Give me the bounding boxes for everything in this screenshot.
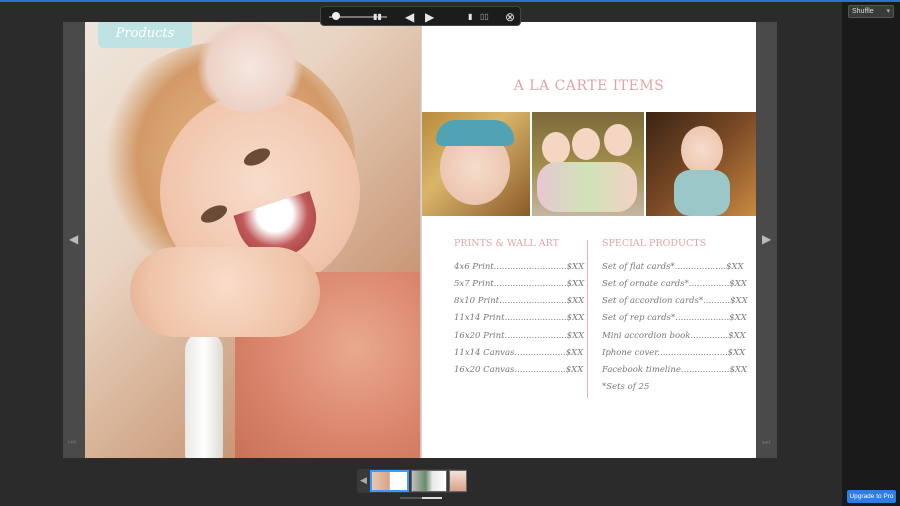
page-view-icon[interactable]: ▮ [468,7,472,27]
first-page-icon[interactable]: ⏮ [68,437,76,448]
list-item: 11x14 Print.......................$XX [454,313,585,323]
page-title: A LA CARTE ITEMS [513,78,665,94]
photo-chair [185,332,223,458]
left-page-photo [85,22,421,458]
viewer-toolbar: ▮▮ ◀ ▶ ▮ ▯▯ ⊗ [320,6,521,26]
thumbnail-page-3[interactable] [449,470,467,492]
top-accent-line [0,0,900,2]
list-item: Set of rep cards*....................$XX [602,313,747,323]
prev-page-arrow-icon[interactable]: ◀ [69,232,78,246]
shuffle-label: Shuffle [852,8,874,15]
list-item: Set of ornate cards*...............$XX [602,279,747,289]
list-item: 16x20 Canvas...................$XX [454,365,584,375]
chevron-down-icon: ▾ [886,8,890,15]
list-item: 5x7 Print...........................$XX [454,279,585,289]
single-page-icon[interactable]: ▮▮ [373,7,382,27]
spread-view-icon[interactable]: ▯▯ [480,7,489,27]
list-item: 8x10 Print.........................$XX [454,296,585,306]
next-page-arrow-icon[interactable]: ▶ [762,232,771,246]
thumbnail-page-2[interactable] [411,470,447,492]
list-item: Set of flat cards*...................$XX [602,262,744,272]
thumb-prev-icon[interactable]: ◀ [360,475,367,486]
right-page: A LA CARTE ITEMS PRINTS & WALL ART SPECI… [422,22,756,458]
prints-heading: PRINTS & WALL ART [454,238,559,249]
photo-hands [130,247,320,337]
photo-toddler-chair [646,112,756,216]
column-divider [587,240,588,398]
triangle-right-icon[interactable]: ▶ [425,7,434,27]
right-sidebar [842,2,900,506]
list-item: Set of accordion cards*..........$XX [602,296,748,306]
photo-three-girls [532,112,644,216]
photo-baby [422,112,530,216]
triangle-left-icon[interactable]: ◀ [405,7,414,27]
list-item: 11x14 Canvas...................$XX [454,348,584,358]
list-item: 4x6 Print...........................$XX [454,262,585,272]
shuffle-dropdown[interactable]: Shuffle ▾ [848,5,894,18]
photo-bow [195,22,305,112]
products-tag: Products [98,22,192,48]
thumbnail-page-1[interactable] [370,470,409,492]
last-page-icon[interactable]: ⏭ [762,437,770,448]
zoom-slider-knob[interactable] [332,12,340,20]
upgrade-button[interactable]: Upgrade to Pro [847,490,896,503]
list-item: 16x20 Print.......................$XX [454,331,585,341]
photo-strip [422,112,756,216]
special-products-heading: SPECIAL PRODUCTS [602,238,707,249]
close-circle-icon[interactable]: ⊗ [505,7,515,27]
thumbnail-scrollbar-thumb[interactable] [422,497,442,499]
list-item: Facebook timeline..................$XX [602,365,748,375]
list-item: Iphone cover..........................$X… [602,348,746,358]
sets-note: *Sets of 25 [602,382,650,392]
list-item: Mini accordion book..............$XX [602,331,746,341]
